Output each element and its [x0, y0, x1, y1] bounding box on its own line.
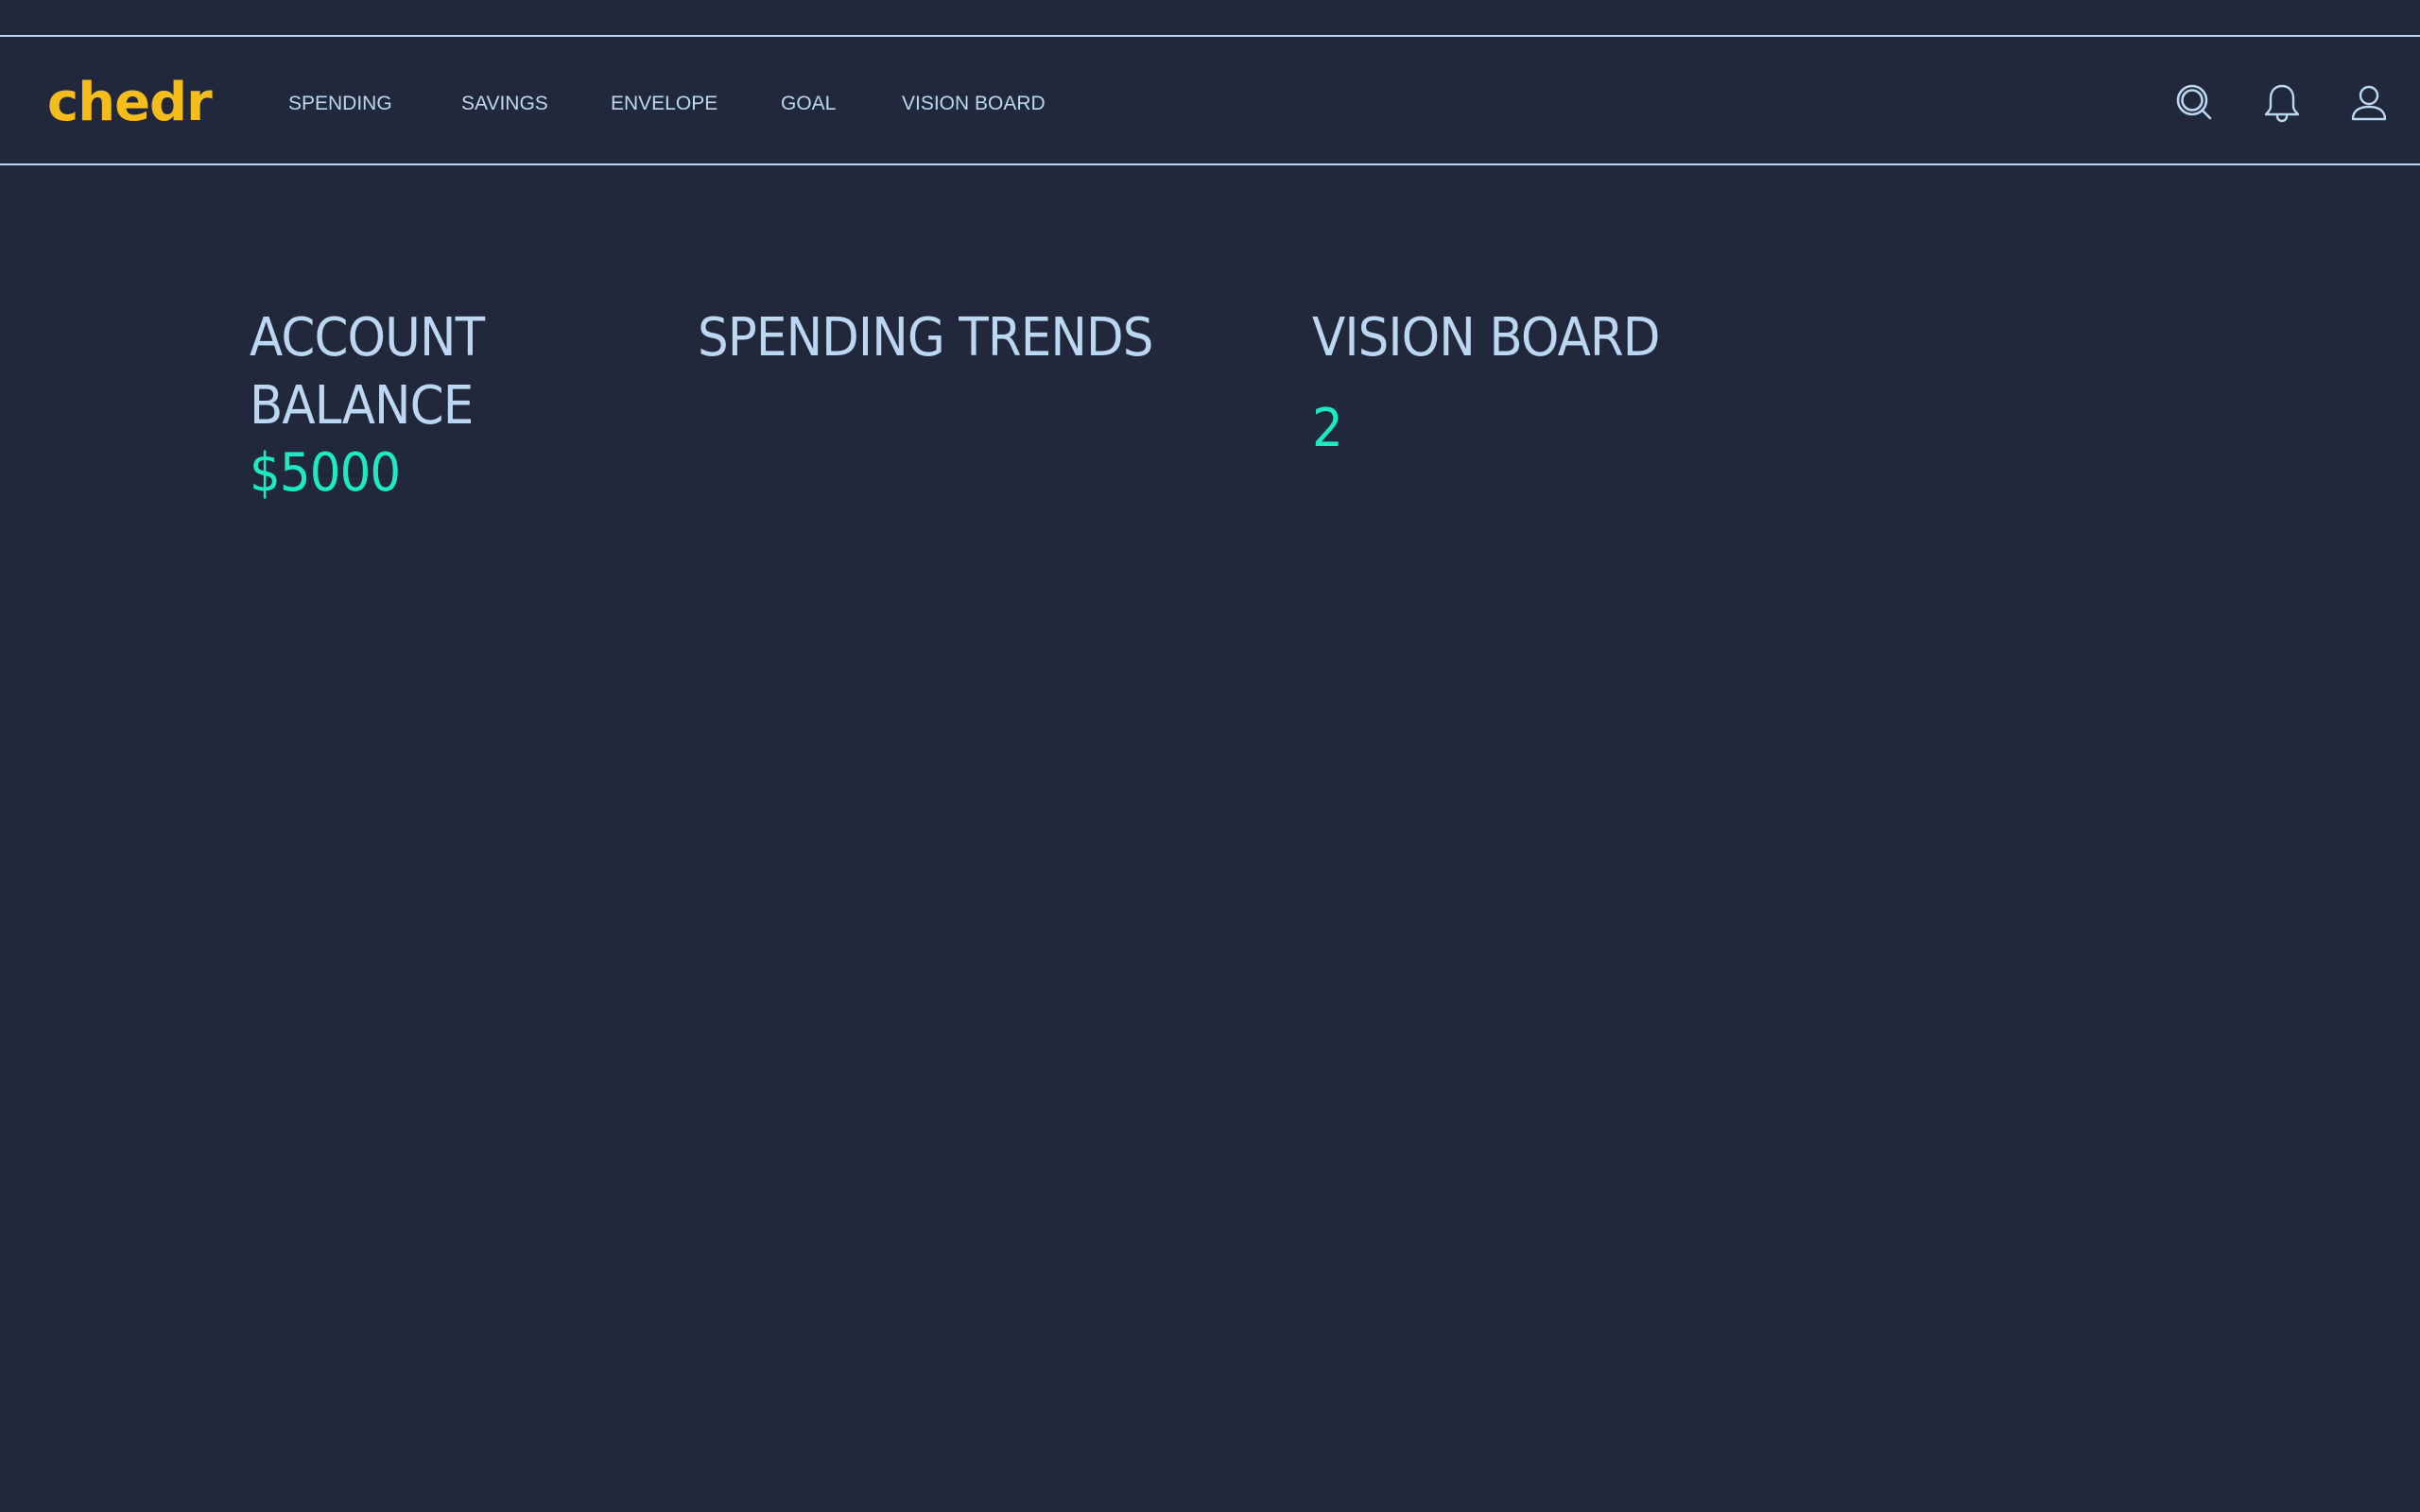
- account-balance-title-line2: BALANCE: [250, 375, 474, 437]
- search-icon[interactable]: [2174, 82, 2216, 124]
- user-icon[interactable]: [2348, 82, 2390, 124]
- nav-item-vision-board[interactable]: VISION BOARD: [902, 93, 1046, 115]
- account-balance-title-line1: ACCOUNT: [250, 307, 485, 369]
- vision-board-title: VISION BOARD: [1312, 307, 1660, 369]
- dashboard-page: chedr SPENDING SAVINGS ENVELOPE GOAL VIS…: [0, 0, 2420, 1512]
- nav-item-spending[interactable]: SPENDING: [288, 93, 392, 115]
- vision-board-count: 2: [1312, 398, 1343, 459]
- nav-item-envelope[interactable]: ENVELOPE: [611, 93, 717, 115]
- nav-item-savings[interactable]: SAVINGS: [461, 93, 548, 115]
- nav-item-goal[interactable]: GOAL: [781, 93, 836, 115]
- brand-logo[interactable]: chedr: [47, 75, 213, 131]
- bell-icon[interactable]: [2261, 82, 2303, 124]
- spending-trends-title: SPENDING TRENDS: [698, 307, 1153, 369]
- account-balance-value: $5000: [250, 442, 401, 504]
- top-navbar: chedr SPENDING SAVINGS ENVELOPE GOAL VIS…: [0, 35, 2420, 165]
